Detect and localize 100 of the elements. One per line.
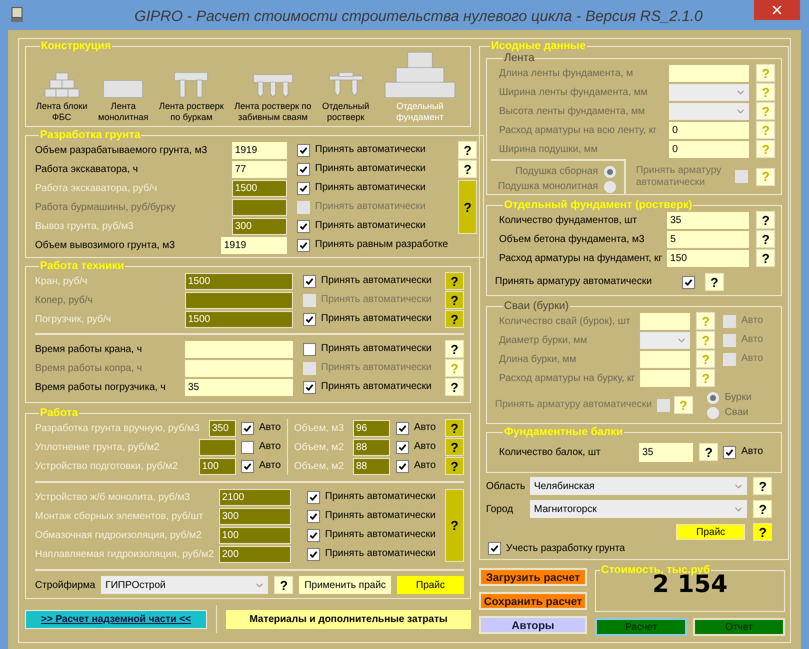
- help-button[interactable]: ?: [699, 443, 718, 461]
- dropdown[interactable]: Челябинская: [530, 477, 748, 495]
- group-title: Лента: [503, 52, 536, 64]
- help-button[interactable]: ?: [458, 141, 478, 159]
- input-field[interactable]: 300: [232, 218, 287, 234]
- checkbox[interactable]: [303, 274, 316, 288]
- input-field[interactable]: 35: [639, 442, 694, 462]
- help-button[interactable]: ?: [756, 211, 776, 229]
- input-field[interactable]: 350: [209, 420, 236, 436]
- checkbox-label: Принять автоматически: [321, 343, 432, 355]
- field-label: Объем, м2: [294, 440, 345, 454]
- help-button[interactable]: ?: [458, 180, 478, 234]
- input-field[interactable]: [185, 340, 293, 358]
- field-label: Расход арматуры на бурку, кг: [499, 372, 636, 386]
- help-button[interactable]: ?: [445, 310, 464, 328]
- checkbox[interactable]: [396, 440, 409, 454]
- checkbox[interactable]: [307, 548, 320, 560]
- input-field[interactable]: 88: [353, 438, 390, 456]
- help-button[interactable]: ?: [753, 523, 772, 541]
- checkbox-label: Авто: [741, 446, 764, 458]
- input-field[interactable]: 35: [185, 378, 293, 396]
- input-field[interactable]: 5: [667, 230, 750, 248]
- help-button[interactable]: ?: [445, 272, 464, 290]
- checkbox[interactable]: [297, 182, 310, 194]
- checkbox[interactable]: [297, 238, 310, 252]
- foundation-icon: [174, 72, 208, 98]
- foundation-type-option[interactable]: Лента ростверк по буркам: [159, 72, 224, 123]
- dropdown[interactable]: ГИПРОстрой: [101, 576, 268, 594]
- radio-label: Бурки: [724, 391, 752, 405]
- input-field[interactable]: [199, 438, 236, 456]
- price-button[interactable]: Прайс: [396, 576, 464, 594]
- input-field[interactable]: 35: [667, 212, 750, 228]
- checkbox[interactable]: [297, 162, 310, 176]
- checkbox[interactable]: [303, 380, 316, 394]
- input-field[interactable]: 96: [353, 420, 390, 436]
- input-field[interactable]: 77: [232, 160, 287, 178]
- field-label: Ширина подушки, мм: [499, 142, 599, 156]
- input-field[interactable]: 1500: [232, 180, 287, 196]
- help-button[interactable]: ?: [756, 230, 776, 248]
- input-field[interactable]: 150: [667, 250, 750, 266]
- help-button[interactable]: ?: [704, 273, 724, 291]
- checkbox[interactable]: [241, 440, 254, 454]
- foundation-icon: [252, 74, 293, 98]
- foundation-type-option[interactable]: Лента монолитная: [98, 80, 148, 123]
- checkbox[interactable]: [307, 510, 320, 522]
- help-button[interactable]: ?: [756, 249, 776, 267]
- dropdown[interactable]: Магнитогорск: [530, 500, 748, 518]
- field-label: Объем, м2: [294, 460, 345, 474]
- foundation-type-option[interactable]: Лента блоки ФБС: [36, 72, 88, 123]
- checkbox[interactable]: [241, 460, 254, 472]
- close-button[interactable]: [754, 0, 800, 20]
- checkbox[interactable]: [682, 276, 695, 288]
- input-field[interactable]: 88: [353, 458, 390, 474]
- materials-button[interactable]: Материалы и дополнительные затраты: [226, 610, 471, 628]
- checkbox[interactable]: [297, 220, 310, 232]
- checkbox-label: Принять арматуру автоматически: [495, 276, 652, 288]
- checkbox[interactable]: [307, 528, 320, 542]
- checkbox-label: Авто: [414, 422, 436, 434]
- help-button[interactable]: ?: [445, 457, 464, 475]
- help-button[interactable]: ?: [445, 378, 464, 396]
- help-button[interactable]: ?: [445, 489, 464, 562]
- input-field[interactable]: 1500: [185, 272, 293, 290]
- input-field[interactable]: 1919: [232, 142, 287, 158]
- group-title: Стоимость, тыс.руб: [600, 564, 710, 576]
- input-field[interactable]: 2100: [219, 488, 291, 506]
- checkbox-label: Авто: [741, 315, 764, 327]
- input-field[interactable]: 100: [219, 526, 291, 544]
- help-button[interactable]: ?: [753, 477, 772, 495]
- checkbox[interactable]: [303, 342, 316, 356]
- foundation-type-option[interactable]: Отдельный ростверк: [322, 72, 370, 123]
- checkbox-label: Принять автоматически: [315, 201, 426, 213]
- action-button[interactable]: Сохранить расчет: [479, 592, 587, 610]
- checkbox-label: Принять автоматически: [315, 163, 426, 175]
- help-button[interactable]: ?: [445, 340, 464, 358]
- input-field[interactable]: 100: [199, 458, 236, 474]
- above-ground-button[interactable]: >> Расчет надземной части <<: [25, 610, 207, 628]
- checkbox[interactable]: [307, 490, 320, 504]
- checkbox[interactable]: [488, 542, 501, 555]
- input-field[interactable]: 1919: [221, 236, 287, 254]
- apply-price-button[interactable]: Применить прайс: [299, 576, 391, 594]
- input-field[interactable]: 200: [219, 546, 291, 562]
- foundation-type-option[interactable]: Лента ростверк по забивным сваям: [234, 74, 312, 123]
- action-button[interactable]: Авторы: [479, 616, 587, 634]
- help-button[interactable]: ?: [274, 576, 294, 594]
- checkbox[interactable]: [303, 312, 316, 326]
- help-button[interactable]: ?: [753, 500, 772, 518]
- price-button[interactable]: Прайс: [676, 524, 746, 540]
- checkbox[interactable]: [241, 422, 254, 434]
- help-button[interactable]: ?: [445, 438, 464, 456]
- input-field[interactable]: 300: [219, 508, 291, 524]
- checkbox[interactable]: [396, 422, 409, 434]
- input-field[interactable]: 1500: [185, 310, 293, 328]
- checkbox[interactable]: [723, 446, 736, 458]
- checkbox[interactable]: [396, 460, 409, 472]
- help-button[interactable]: ?: [458, 160, 478, 178]
- help-button[interactable]: ?: [445, 419, 464, 437]
- field-label: Расход арматуры на фундамент, кг: [499, 252, 664, 266]
- checkbox[interactable]: [297, 144, 310, 156]
- action-button[interactable]: Загрузить расчет: [479, 568, 587, 586]
- group-title: Исодные данные: [490, 40, 587, 52]
